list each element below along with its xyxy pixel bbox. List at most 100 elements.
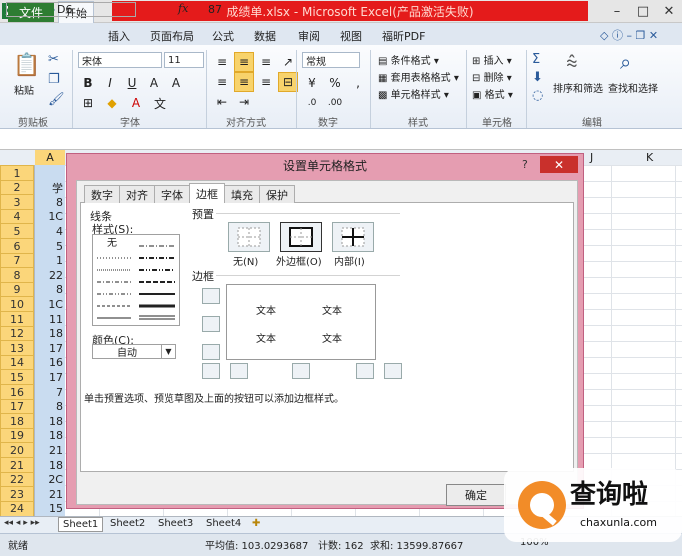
cell-a[interactable]: 18 [49,428,63,444]
row-header[interactable]: 8 [0,267,34,284]
row-header[interactable]: 7 [0,252,34,269]
border-center-button[interactable] [292,363,310,379]
border-diagonal-up-button[interactable] [202,363,220,379]
row-header[interactable]: 19 [0,427,34,444]
tab-page-layout[interactable]: 页面布局 [150,28,194,44]
font-size-combo[interactable]: 11 [164,52,204,68]
sheet-nav-arrows[interactable]: ◂◂ ◂ ▸ ▸▸ [4,518,40,528]
sheet-tab-1[interactable]: Sheet1 [58,517,104,532]
font-name-combo[interactable]: 宋体 [78,52,162,68]
align-middle-icon[interactable]: ≡ [234,52,254,72]
border-middle-button[interactable] [202,316,220,332]
row-header[interactable]: 5 [0,223,34,240]
cell-a[interactable]: 11 [49,311,63,327]
row-header[interactable]: 20 [0,442,34,459]
find-select-icon[interactable]: ⌕ [620,50,631,74]
tab-review[interactable]: 审阅 [298,28,320,44]
orientation-icon[interactable]: ↗ [278,52,298,72]
cell-a[interactable]: 18 [49,326,63,342]
insert-cells-button[interactable]: ⊞ 插入 ▾ [472,52,512,67]
align-top-icon[interactable]: ≡ [212,52,232,72]
decrease-indent-icon[interactable]: ⇤ [212,92,232,112]
row-header[interactable]: 10 [0,296,34,313]
restore-icon[interactable]: ❐ [635,29,645,42]
row-header[interactable]: 17 [0,398,34,415]
tab-data[interactable]: 数据 [254,28,276,44]
column-header-j[interactable]: J [590,151,593,164]
ok-button[interactable]: 确定 [446,484,506,506]
cell-a[interactable]: 7 [56,384,63,400]
tab-formulas[interactable]: 公式 [212,28,234,44]
phonetic-icon[interactable]: 文 [150,93,170,113]
align-left-icon[interactable]: ≡ [212,72,232,92]
tab-number[interactable]: 数字 [84,185,120,203]
border-diagonal-down-button[interactable] [384,363,402,379]
name-box[interactable]: D6 [6,2,136,17]
format-painter-icon[interactable]: 🖌 [48,92,65,107]
row-header[interactable]: 15 [0,369,34,386]
column-header-k[interactable]: K [646,151,653,164]
sort-filter-button[interactable]: 排序和筛选 [553,80,603,95]
fill-icon[interactable]: ⬇ [532,70,543,85]
tab-fill[interactable]: 填充 [224,185,260,203]
line-style-none[interactable]: 无 [107,238,117,249]
delete-cells-button[interactable]: ⊟ 删除 ▾ [472,69,512,84]
row-header[interactable]: 2 [0,179,34,196]
row-header[interactable]: 22 [0,471,34,488]
dialog-help-icon[interactable]: ? [522,158,528,171]
maximize-button[interactable]: □ [630,0,656,22]
row-header[interactable]: 13 [0,340,34,357]
row-header[interactable]: 1 [0,165,34,181]
cell-a[interactable]: 1C [48,296,63,312]
row-header[interactable]: 24 [0,500,34,517]
row-header[interactable]: 9 [0,281,34,298]
row-header[interactable]: 3 [0,194,34,211]
cell-a[interactable]: 5 [56,238,63,254]
cell-style-button[interactable]: ▩ 单元格样式 ▾ [378,86,449,101]
find-select-button[interactable]: 查找和选择 [608,80,658,95]
grow-font-icon[interactable]: A [144,73,164,93]
tab-protection[interactable]: 保护 [259,185,295,203]
cell-a[interactable]: 17 [49,340,63,356]
row-header[interactable]: 16 [0,384,34,400]
border-preview[interactable] [226,284,376,360]
conditional-format-button[interactable]: ▤ 条件格式 ▾ [378,52,439,67]
cut-icon[interactable]: ✂ [48,52,59,67]
underline-button[interactable]: U [122,73,142,93]
cell-a[interactable]: 22 [49,267,63,283]
bold-button[interactable]: B [78,73,98,93]
table-format-button[interactable]: ▦ 套用表格格式 ▾ [378,69,459,84]
cell-a[interactable]: 8 [56,282,63,298]
row-header[interactable]: 14 [0,354,34,371]
border-bottom-button[interactable] [202,344,220,360]
fx-icon[interactable]: fx [178,2,188,15]
row-header[interactable]: 6 [0,238,34,254]
row-header[interactable]: 12 [0,325,34,342]
cell-a[interactable]: 学 [52,180,63,196]
sheet-tab-2[interactable]: Sheet2 [106,517,149,530]
row-header[interactable]: 18 [0,413,34,430]
formula-input[interactable]: 87 [208,3,222,16]
close-button[interactable]: ✕ [656,0,682,22]
column-header-a[interactable]: A [35,150,65,165]
dialog-close-button[interactable]: ✕ [540,156,578,173]
cell-a[interactable]: 1 [56,253,63,269]
font-color-icon[interactable]: A [126,93,146,113]
border-right-button[interactable] [356,363,374,379]
border-left-button[interactable] [230,363,248,379]
minimize-button[interactable]: – [604,0,630,22]
number-format-combo[interactable]: 常规 [302,52,360,68]
ribbon-collapse-icon[interactable]: ◇ [600,29,608,42]
cell-a[interactable]: 18 [49,413,63,429]
increase-indent-icon[interactable]: ⇥ [234,92,254,112]
comma-icon[interactable]: , [348,73,368,93]
align-center-icon[interactable]: ≡ [234,72,254,92]
percent-icon[interactable]: % [325,73,345,93]
clear-icon[interactable]: ◌ [532,88,543,103]
cell-a[interactable]: 15 [49,501,63,517]
line-style-list[interactable]: 无 [92,234,180,326]
tab-alignment[interactable]: 对齐 [119,185,155,203]
row-header[interactable]: 4 [0,208,34,225]
tab-font[interactable]: 字体 [154,185,190,203]
new-sheet-icon[interactable]: ✚ [252,518,260,529]
